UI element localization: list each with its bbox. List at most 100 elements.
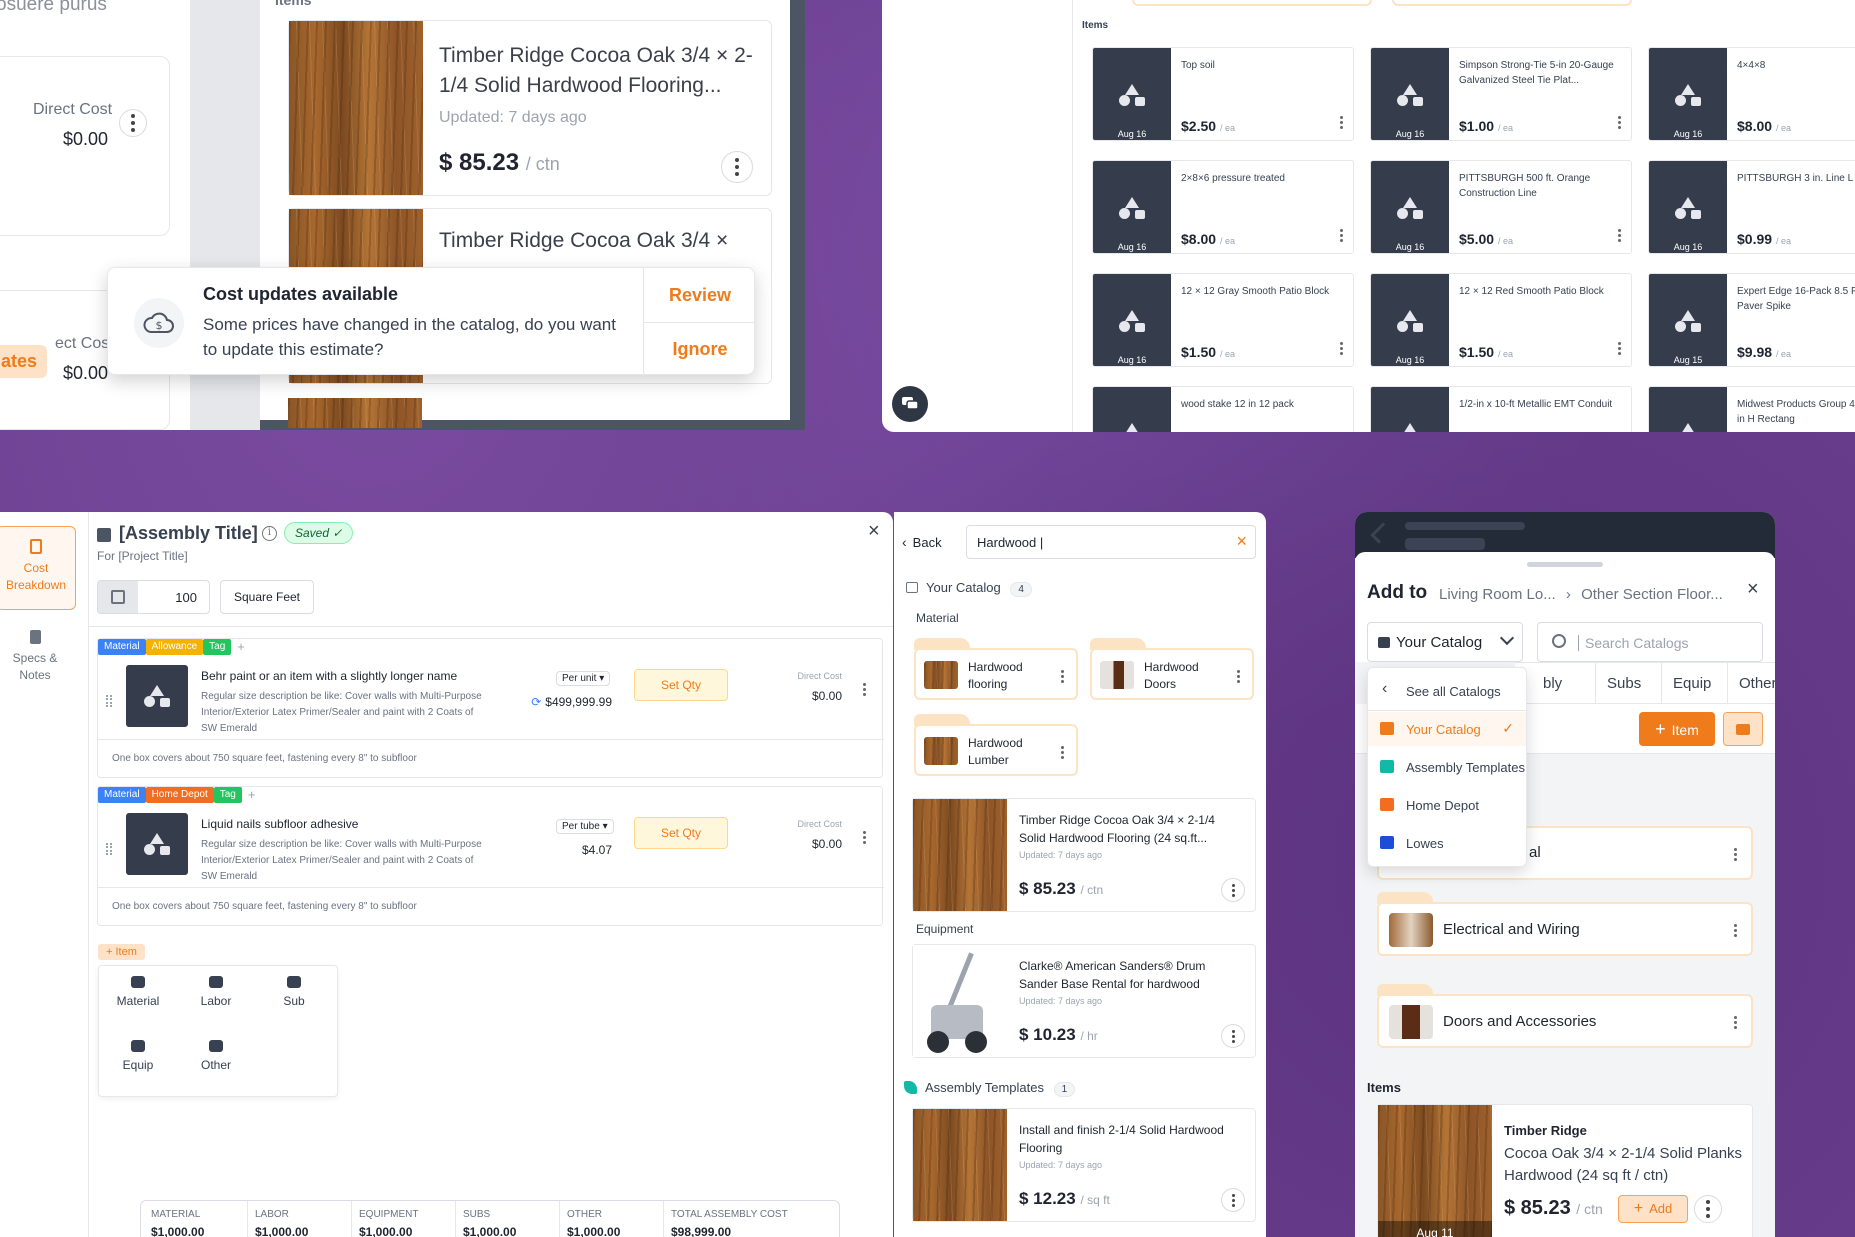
more-options-button[interactable] — [1052, 742, 1072, 762]
add-tag-icon[interactable]: + — [237, 639, 245, 655]
more-options-button[interactable] — [119, 109, 147, 137]
catalog-item-card[interactable]: Aug 16 2×8×6 pressure treated $8.00/ ea — [1092, 160, 1354, 254]
menu-item-labor[interactable]: Labor — [177, 976, 255, 1032]
more-options-button[interactable] — [1609, 338, 1629, 358]
assembly-template-card[interactable]: Install and finish 2-1/4 Solid Hardwood … — [912, 1108, 1256, 1222]
dropdown-item-assembly-templates[interactable]: Assembly Templates — [1368, 750, 1526, 784]
more-options-button[interactable] — [1221, 1188, 1245, 1212]
more-options-button[interactable] — [1725, 920, 1745, 940]
type-tag[interactable]: Material — [98, 639, 146, 655]
dropdown-item-see-all-catalogs[interactable]: ‹ See all Catalogs — [1368, 674, 1526, 711]
set-qty-button[interactable]: Set Qty — [634, 669, 728, 701]
catalog-item-card[interactable]: Timber Ridge Cocoa Oak 3/4 × 2-1/4 Solid… — [912, 798, 1256, 912]
catalog-item-card[interactable]: wood stake 12 in 12 pack — [1092, 386, 1354, 432]
close-icon[interactable]: × — [1747, 578, 1759, 601]
add-button[interactable]: + Add — [1618, 1195, 1688, 1223]
sidebar-item-cost-breakdown[interactable]: Cost Breakdown — [0, 526, 76, 610]
more-options-button[interactable] — [1725, 844, 1745, 864]
more-options-button[interactable] — [1221, 878, 1245, 902]
folder-card[interactable]: Electrical and Wiring — [1377, 892, 1753, 956]
dropdown-item-your-catalog[interactable]: Your Catalog ✓ — [1368, 712, 1526, 746]
drag-handle-icon[interactable] — [106, 695, 112, 707]
catalog-item-card[interactable]: Aug 16 4×4×8 $8.00/ ea — [1648, 47, 1855, 141]
per-unit-select[interactable]: Per tube ▾ — [556, 819, 614, 834]
source-tag[interactable]: Home Depot — [145, 787, 214, 803]
catalog-item-card[interactable]: Aug 16 12 × 12 Red Smooth Patio Block $1.5… — [1370, 273, 1632, 367]
catalog-placeholder-icon — [1675, 423, 1701, 432]
dropdown-item-home-depot[interactable]: Home Depot — [1368, 788, 1526, 822]
more-options-button[interactable] — [1694, 1195, 1722, 1223]
folder-card[interactable]: Doors and Accessories — [1377, 984, 1753, 1048]
menu-item-sub[interactable]: Sub — [255, 976, 333, 1032]
catalog-item-card[interactable]: Aug 11 Timber Ridge Cocoa Oak 3/4 × 2-1/… — [1377, 1104, 1753, 1237]
drag-handle-icon[interactable] — [106, 843, 112, 855]
add-item-button[interactable]: + Item — [98, 944, 145, 960]
more-options-button[interactable] — [1331, 225, 1351, 245]
item-price: $0.99/ ea — [1737, 231, 1792, 247]
more-options-button[interactable] — [1221, 1024, 1245, 1048]
unit-select[interactable]: Square Feet — [220, 580, 314, 614]
type-tag[interactable]: Material — [98, 787, 146, 803]
folder-card[interactable]: Hardwood Doors — [1090, 638, 1254, 700]
rocket-icon — [904, 1081, 917, 1094]
dropdown-item-lowes[interactable]: Lowes — [1368, 826, 1526, 860]
catalog-item-card[interactable]: Aug 16 PITTSBURGH 500 ft. Orange Construc… — [1370, 160, 1632, 254]
more-options-button[interactable] — [1609, 112, 1629, 132]
catalog-item-card[interactable]: Aug 16 Simpson Strong-Tie 5-in 20-Gauge G… — [1370, 47, 1632, 141]
tab-subs[interactable]: Subs — [1607, 675, 1641, 692]
add-item-button[interactable]: + Item — [1639, 712, 1715, 746]
catalog-item-card[interactable]: 1/2-in x 10-ft Metallic EMT Conduit — [1370, 386, 1632, 432]
menu-item-other[interactable]: Other — [177, 1040, 255, 1096]
more-options-button[interactable] — [1052, 666, 1072, 686]
per-unit-select[interactable]: Per unit ▾ — [556, 671, 611, 686]
catalog-item-card[interactable]: Aug 15 Expert Edge 16-Pack 8.5 Plastic Pa… — [1648, 273, 1855, 367]
catalog-item-card[interactable]: Aug 16 Top soil $2.50/ ea — [1092, 47, 1354, 141]
more-options-button[interactable] — [1331, 112, 1351, 132]
more-options-button[interactable] — [854, 827, 874, 847]
more-options-button[interactable] — [1228, 666, 1248, 686]
more-options-button[interactable] — [854, 679, 874, 699]
back-label: Back — [912, 535, 942, 550]
tab-other[interactable]: Other — [1739, 675, 1775, 692]
ignore-button[interactable]: Ignore — [644, 322, 756, 376]
catalog-item-card[interactable]: Aug 16 PITTSBURGH 3 in. Line L $0.99/ ea — [1648, 160, 1855, 254]
clear-icon[interactable]: × — [1236, 531, 1247, 552]
lowes-icon — [1380, 836, 1394, 849]
tab-bly[interactable]: bly — [1543, 675, 1562, 692]
catalog-item-card[interactable]: Clarke® American Sanders® Drum Sander Ba… — [912, 944, 1256, 1058]
tag[interactable]: Tag — [213, 787, 242, 803]
catalog-select[interactable]: Your Catalog — [1367, 622, 1523, 662]
search-input[interactable]: Hardwood | × — [966, 525, 1256, 559]
back-button[interactable]: ‹ Back — [902, 534, 942, 550]
add-folder-button[interactable] — [1723, 712, 1763, 746]
search-input[interactable]: Search Catalogs — [1537, 622, 1763, 662]
item-thumbnail: Aug 16 — [1093, 161, 1171, 253]
more-options-button[interactable] — [721, 151, 753, 183]
catalog-item-card[interactable]: Aug 16 12 × 12 Gray Smooth Patio Block $1.… — [1092, 273, 1354, 367]
sidebar-item-specs-notes[interactable]: Specs & Notes — [2, 630, 68, 684]
add-tag-icon[interactable]: + — [248, 787, 256, 803]
review-button[interactable]: Review — [644, 268, 756, 322]
folder-card[interactable]: Hardwood flooring — [914, 638, 1078, 700]
close-icon[interactable]: × — [868, 520, 880, 543]
quantity-field[interactable]: 100 — [97, 580, 210, 614]
catalog-item-card[interactable]: Midwest Products Group 4-in W x 2-in H R… — [1648, 386, 1855, 432]
more-options-button[interactable] — [1725, 1012, 1745, 1032]
menu-item-material[interactable]: Material — [99, 976, 177, 1032]
info-icon[interactable]: i — [262, 526, 277, 541]
more-options-button[interactable] — [1609, 225, 1629, 245]
catalog-item-card[interactable]: Timber Ridge Cocoa Oak 3/4 × 2-1/4 Solid… — [288, 20, 772, 196]
more-options-button[interactable] — [1331, 338, 1351, 358]
set-qty-button[interactable]: Set Qty — [634, 817, 728, 849]
folder-card[interactable]: Hardwood Lumber — [914, 714, 1078, 776]
line-item: Material Home Depot Tag + Liquid nails subfl… — [97, 786, 884, 926]
tab-equip[interactable]: Equip — [1673, 675, 1711, 692]
date-badge: Aug 16 — [1673, 242, 1703, 252]
item-updated: Updated: 7 days ago — [1019, 1160, 1103, 1170]
item-name: Expert Edge 16-Pack 8.5 Plastic Paver Sp… — [1737, 286, 1855, 312]
sheet-handle[interactable] — [1527, 562, 1603, 567]
menu-item-equip[interactable]: Equip — [99, 1040, 177, 1096]
chat-button[interactable] — [892, 386, 928, 422]
source-tag[interactable]: Allowance — [145, 639, 204, 655]
tag[interactable]: Tag — [203, 639, 232, 655]
